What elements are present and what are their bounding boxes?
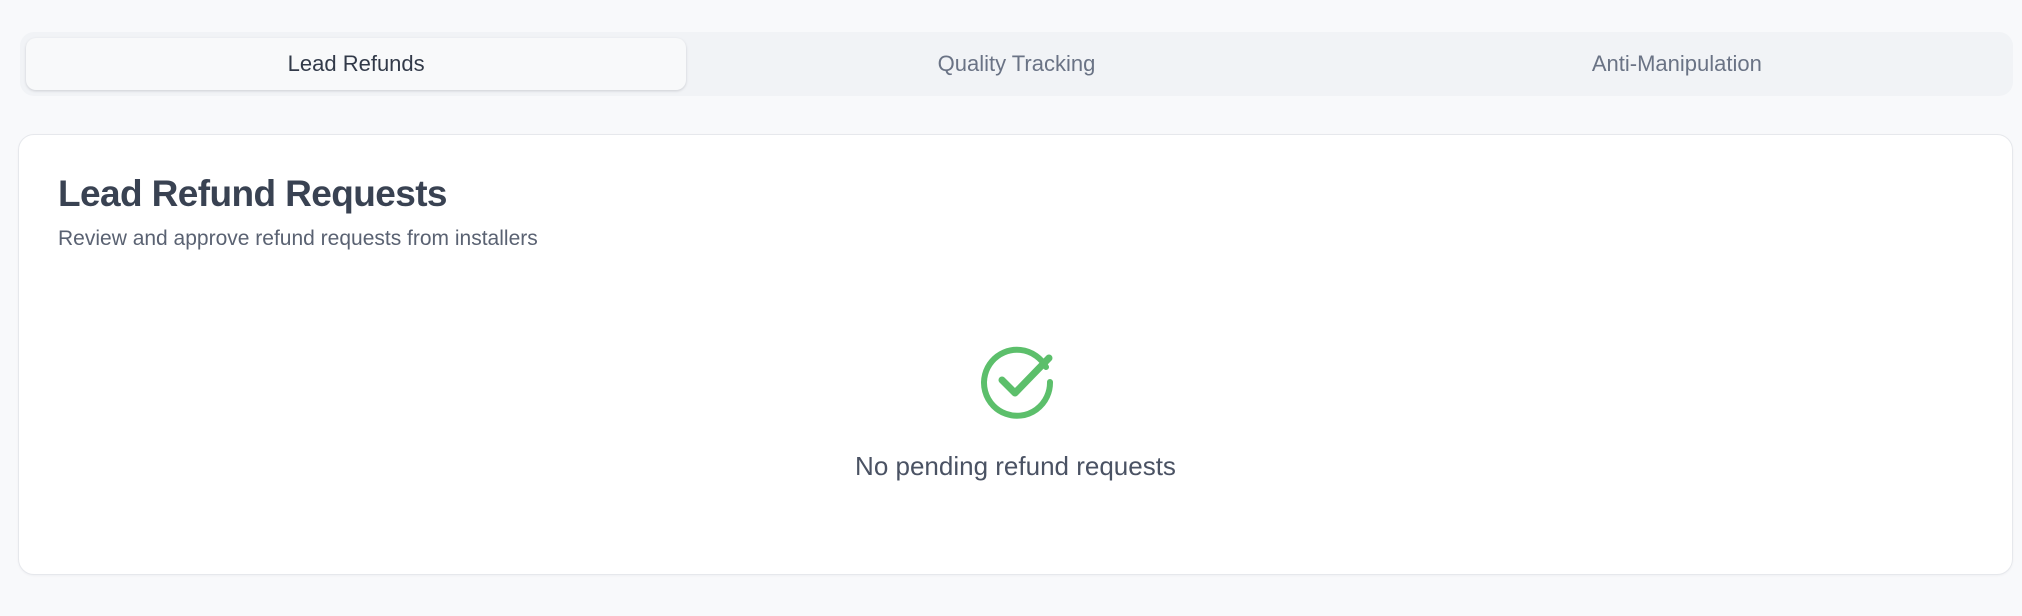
tab-quality-tracking[interactable]: Quality Tracking bbox=[686, 38, 1346, 90]
empty-state-message: No pending refund requests bbox=[855, 451, 1176, 481]
tab-anti-manipulation[interactable]: Anti-Manipulation bbox=[1347, 38, 2007, 90]
tab-lead-refunds[interactable]: Lead Refunds bbox=[26, 38, 687, 90]
panel-title: Lead Refund Requests bbox=[58, 173, 448, 214]
panel-subtitle: Review and approve refund requests from … bbox=[58, 227, 538, 250]
tab-bar: Lead Refunds Quality Tracking Anti-Manip… bbox=[20, 32, 2013, 96]
refund-requests-panel: Lead Refund Requests Review and approve … bbox=[18, 134, 2013, 575]
check-circle-icon bbox=[981, 346, 1054, 419]
